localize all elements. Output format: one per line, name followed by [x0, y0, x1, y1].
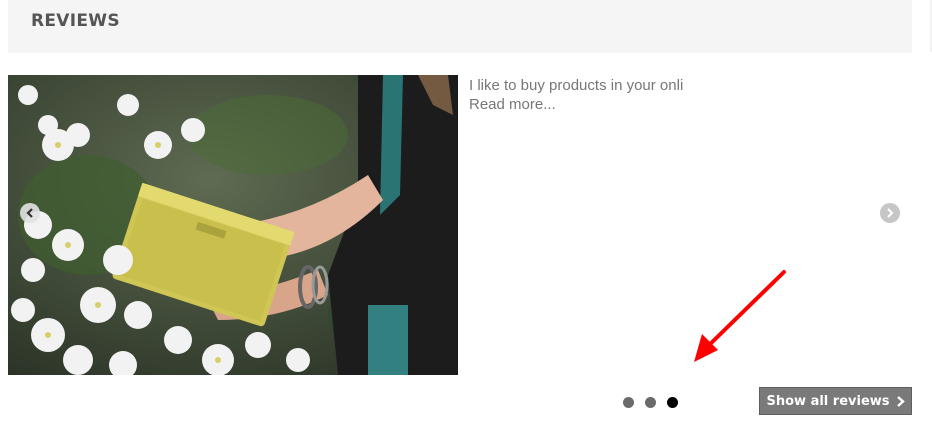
- chevron-left-icon: [26, 208, 33, 218]
- reviews-header: REVIEWS: [8, 0, 912, 53]
- read-more-link[interactable]: Read more...: [469, 95, 683, 114]
- page-title: REVIEWS: [31, 11, 120, 31]
- chevron-right-icon: [887, 208, 894, 218]
- carousel-dot-2[interactable]: [645, 397, 656, 408]
- show-all-label: Show all reviews: [766, 393, 890, 409]
- carousel-dot-3-active[interactable]: [667, 397, 678, 408]
- review-excerpt: I like to buy products in your onli Read…: [469, 76, 683, 114]
- red-arrow-icon: [694, 270, 786, 362]
- review-photo: [8, 75, 458, 375]
- show-all-reviews-button[interactable]: Show all reviews: [759, 387, 912, 415]
- carousel-next-button[interactable]: [880, 203, 900, 223]
- carousel-dot-1[interactable]: [623, 397, 634, 408]
- carousel-pagination: [623, 397, 678, 408]
- chevron-right-icon: [896, 395, 905, 407]
- review-text: I like to buy products in your onli: [469, 77, 684, 94]
- carousel-prev-button[interactable]: [20, 203, 40, 223]
